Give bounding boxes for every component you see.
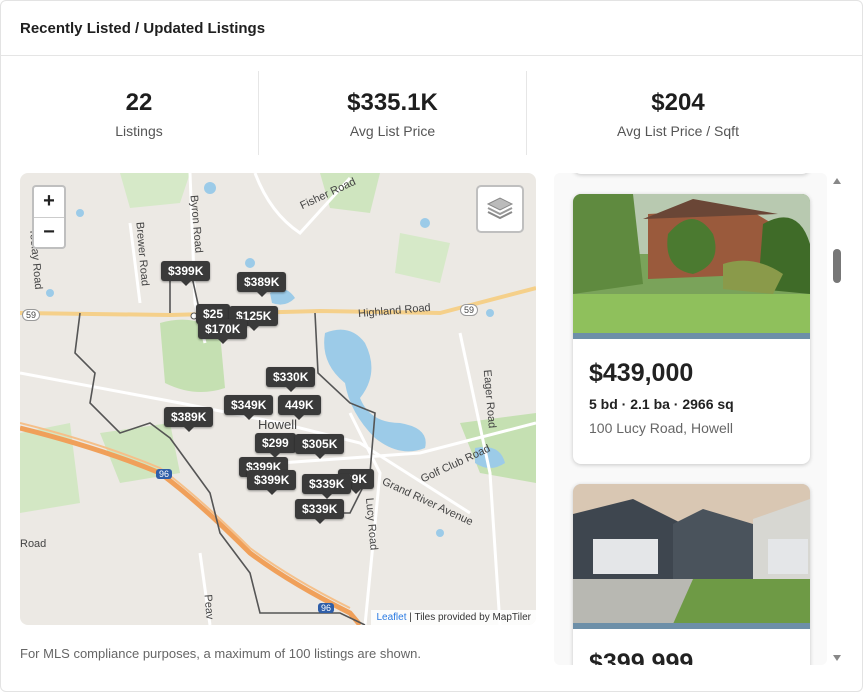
- route-shield: 59: [460, 304, 479, 316]
- listing-price: $439,000: [589, 359, 694, 387]
- leaflet-link[interactable]: Leaflet: [376, 612, 406, 623]
- scroll-thumb[interactable]: [833, 249, 841, 283]
- interstate-shield: 96: [156, 469, 173, 479]
- stat-avg-price: $335.1K Avg List Price: [259, 73, 526, 153]
- interstate-shield: 96: [318, 603, 335, 613]
- listing-photo: [573, 194, 810, 339]
- listing-photo: [573, 484, 810, 629]
- zoom-in-button[interactable]: +: [34, 187, 64, 218]
- listing-specs: 5 bd · 2.1 ba · 2966 sq: [589, 396, 734, 412]
- map-label-town: Howell: [258, 417, 298, 432]
- attribution-text: | Tiles provided by MapTiler: [406, 612, 531, 623]
- layers-icon: [486, 197, 514, 220]
- scroll-down-arrow-icon[interactable]: [833, 655, 841, 661]
- listing-card[interactable]: $399,999: [573, 484, 810, 665]
- map-attribution: Leaflet | Tiles provided by MapTiler: [371, 610, 536, 625]
- card-header: Recently Listed / Updated Listings: [1, 1, 862, 56]
- route-shield: 59: [22, 309, 41, 321]
- stat-avg-price-sqft: $204 Avg List Price / Sqft: [527, 73, 829, 153]
- map-label: Road: [20, 538, 47, 550]
- compliance-note: For MLS compliance purposes, a maximum o…: [20, 646, 422, 661]
- price-pin[interactable]: $399K: [161, 261, 211, 286]
- price-pin[interactable]: $305K: [295, 434, 345, 459]
- stat-value: 22: [125, 89, 153, 116]
- price-pin[interactable]: $399K: [247, 470, 297, 495]
- listings-card: Recently Listed / Updated Listings 22 Li…: [0, 0, 863, 692]
- stat-value: $335.1K: [347, 89, 438, 116]
- stat-label: Avg List Price / Sqft: [617, 123, 739, 139]
- listings-map[interactable]: Fisher Road Byron Road Brewer Road Toola…: [20, 173, 536, 625]
- stat-listings: 22 Listings: [20, 73, 258, 153]
- card-title: Recently Listed / Updated Listings: [20, 20, 266, 37]
- listing-scrollbar[interactable]: [830, 173, 844, 665]
- price-pin[interactable]: 449K: [278, 395, 321, 420]
- zoom-control: + −: [32, 185, 66, 249]
- listing-list[interactable]: $439,000 5 bd · 2.1 ba · 2966 sq 100 Luc…: [554, 173, 827, 665]
- price-pin[interactable]: $389K: [164, 407, 214, 432]
- scroll-up-arrow-icon[interactable]: [833, 178, 841, 184]
- price-pin[interactable]: $299: [255, 433, 296, 458]
- listing-address: 100 Lucy Road, Howell: [589, 420, 733, 436]
- price-pin[interactable]: $389K: [237, 272, 287, 297]
- map-label: Peav: [201, 593, 216, 621]
- price-pin[interactable]: $170K: [198, 319, 248, 344]
- layers-button[interactable]: [476, 185, 524, 233]
- listing-price: $399,999: [589, 649, 694, 665]
- zoom-out-button[interactable]: −: [34, 218, 64, 248]
- stat-label: Avg List Price: [349, 123, 436, 139]
- price-pin[interactable]: $339K: [295, 499, 345, 524]
- listing-card[interactable]: [573, 173, 810, 174]
- listing-card[interactable]: $439,000 5 bd · 2.1 ba · 2966 sq 100 Luc…: [573, 194, 810, 464]
- stat-label: Listings: [115, 123, 163, 139]
- price-pin[interactable]: $349K: [224, 395, 274, 420]
- price-pin[interactable]: $339K: [302, 474, 352, 499]
- stat-value: $204: [651, 89, 705, 116]
- price-pin[interactable]: $330K: [266, 367, 316, 392]
